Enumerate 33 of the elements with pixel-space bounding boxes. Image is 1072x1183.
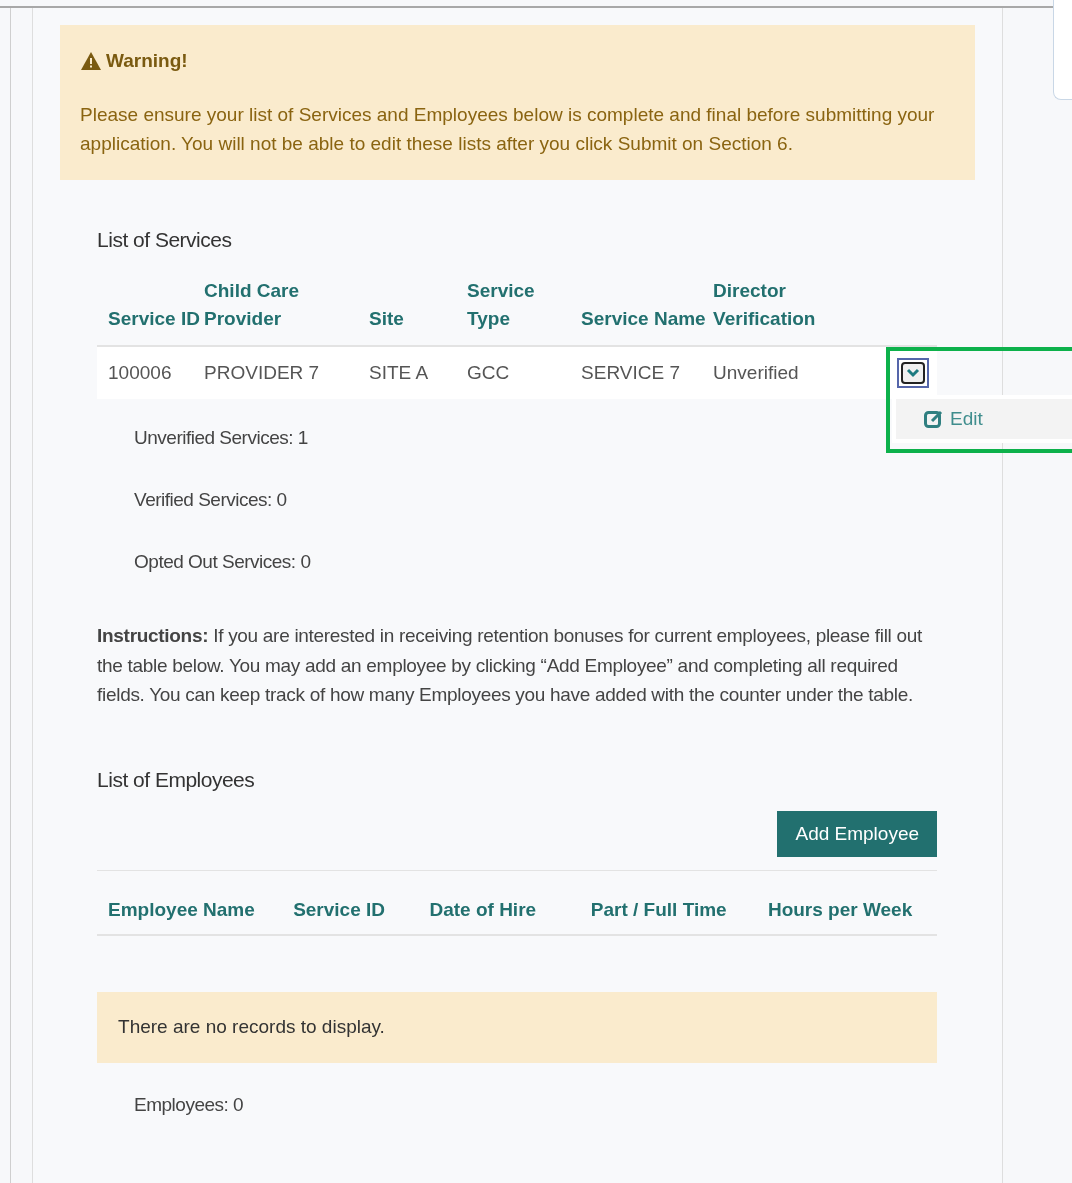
column-header: Hours per Week xyxy=(767,898,914,922)
instructions-text: Instructions: If you are interested in receiving retention bonuses for current employees, please fill out the table below. You may add an employee by clicking “Add Employee” and completing all required fields. You can keep track of how many Employees you have added with the counter under the table. xyxy=(97,624,924,707)
table-cell-text: 100006 xyxy=(108,360,173,385)
column-header: Site xyxy=(369,307,405,331)
column-header: Service Name xyxy=(581,307,707,331)
column-header: Service ID xyxy=(293,898,387,922)
section-heading: List of Employees xyxy=(97,766,256,793)
count-label: Employees: 0 xyxy=(133,1093,245,1117)
table-cell-text: SERVICE 7 xyxy=(581,360,681,385)
table-cell-text: GCC xyxy=(467,360,511,385)
column-header: Date of Hire xyxy=(429,898,538,922)
column-header: Part / Full Time xyxy=(590,898,728,922)
column-header: Child Care Provider xyxy=(204,279,301,331)
section-heading: List of Services xyxy=(97,226,233,253)
count-label: Unverified Services: 1 xyxy=(134,426,309,450)
column-header: Director Verification xyxy=(713,279,817,331)
add-employee-button[interactable]: Add Employee xyxy=(777,811,938,857)
column-header: Employee Name xyxy=(108,898,256,922)
table-cell-text: Unverified xyxy=(713,360,800,385)
menu-item[interactable]: Edit xyxy=(896,399,1072,439)
empty-message: There are no records to display. xyxy=(97,992,938,1063)
row-toggle-button[interactable] xyxy=(897,358,930,388)
warning-title: Warning! xyxy=(106,49,188,73)
column-header: Service ID xyxy=(108,307,201,331)
table-cell-text: PROVIDER 7 xyxy=(204,360,321,385)
column-header: Service Type xyxy=(467,279,536,331)
chevron-down-icon xyxy=(901,362,926,384)
warning-text: Please ensure your list of Services and Employees below is complete and final before submitting your application. You will not be able to edit these lists after you click Submit on Section 6. xyxy=(80,102,936,156)
edit-icon xyxy=(924,409,945,429)
count-label: Opted Out Services: 0 xyxy=(134,550,312,574)
warning-icon xyxy=(80,51,103,72)
count-label: Verified Services: 0 xyxy=(134,488,288,512)
table-cell-text: SITE A xyxy=(369,360,430,385)
